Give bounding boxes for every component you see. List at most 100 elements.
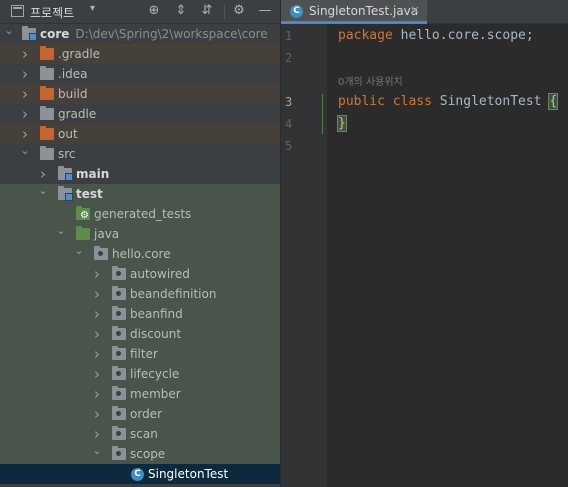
tree-node-test[interactable]: test bbox=[0, 184, 280, 204]
tree-node-label: .gradle bbox=[58, 47, 101, 61]
chevron-right-icon[interactable] bbox=[92, 344, 102, 364]
tree-node-java[interactable]: java bbox=[0, 224, 280, 244]
code-line-1[interactable]: package hello.core.scope; bbox=[338, 28, 534, 43]
crosshair-icon[interactable]: ⊕ bbox=[145, 2, 163, 20]
chevron-right-icon[interactable] bbox=[92, 284, 102, 304]
tree-node-label: beanfind bbox=[130, 307, 183, 321]
keyword: class bbox=[384, 94, 432, 109]
tree-node-label: out bbox=[58, 127, 78, 141]
line-number: 1 bbox=[285, 29, 293, 43]
chevron-right-icon[interactable] bbox=[92, 384, 102, 404]
chevron-right-icon[interactable] bbox=[20, 64, 30, 84]
folder-icon bbox=[40, 66, 54, 80]
chevron-down-icon[interactable] bbox=[92, 444, 102, 464]
class-name: SingletonTest bbox=[431, 94, 550, 109]
chevron-down-icon[interactable] bbox=[38, 184, 48, 204]
toolbar-separator bbox=[224, 5, 225, 19]
chevron-right-icon[interactable] bbox=[92, 404, 102, 424]
chevron-right-icon[interactable] bbox=[20, 104, 30, 124]
tree-node-scope[interactable]: scope bbox=[0, 444, 280, 464]
tree-node-beanfind[interactable]: beanfind bbox=[0, 304, 280, 324]
tab-singleton-test[interactable]: C SingletonTest.java × bbox=[281, 0, 427, 24]
tree-node-label: gradle bbox=[58, 107, 97, 121]
tree-node-label: SingletonTest bbox=[148, 467, 229, 481]
tree-node-main[interactable]: main bbox=[0, 164, 280, 184]
folder-icon bbox=[40, 46, 54, 60]
tree-node-core[interactable]: core D:\dev\Spring\2\workspace\core bbox=[0, 24, 280, 44]
tab-label: SingletonTest.java bbox=[309, 4, 419, 18]
package-icon bbox=[112, 266, 126, 280]
chevron-right-icon[interactable] bbox=[92, 304, 102, 324]
tree-node-discount[interactable]: discount bbox=[0, 324, 280, 344]
tree-node-label: hello.core bbox=[112, 247, 171, 261]
chevron-right-icon[interactable] bbox=[20, 124, 30, 144]
chevron-down-icon[interactable] bbox=[4, 24, 14, 44]
chevron-right-icon[interactable] bbox=[92, 424, 102, 444]
tree-node-singleton-test[interactable]: C SingletonTest bbox=[0, 464, 280, 484]
line-number: 2 bbox=[285, 51, 293, 65]
tree-node-label: order bbox=[130, 407, 162, 421]
tree-node-label: scan bbox=[130, 427, 158, 441]
module-folder-icon bbox=[22, 26, 37, 41]
code-line-3[interactable]: public class SingletonTest { bbox=[338, 93, 559, 110]
tree-node-hello-core[interactable]: hello.core bbox=[0, 244, 280, 264]
line-number-gutter[interactable]: 1 2 3 4 5 bbox=[281, 24, 327, 487]
gear-icon[interactable]: ⚙ bbox=[230, 2, 248, 20]
tree-node-lifecycle[interactable]: lifecycle bbox=[0, 364, 280, 384]
tree-node-gradle[interactable]: gradle bbox=[0, 104, 280, 124]
tree-node-out[interactable]: out bbox=[0, 124, 280, 144]
chevron-down-icon[interactable]: ▾ bbox=[90, 3, 95, 14]
tree-node-label: lifecycle bbox=[130, 367, 180, 381]
tree-node-filter[interactable]: filter bbox=[0, 344, 280, 364]
folder-icon bbox=[40, 126, 54, 140]
chevron-right-icon[interactable] bbox=[20, 84, 30, 104]
usage-hint[interactable]: 0개의 사용위치 bbox=[338, 73, 403, 88]
code-line-4[interactable]: } bbox=[337, 115, 347, 132]
tree-node-scan[interactable]: scan bbox=[0, 424, 280, 444]
tree-node-label: test bbox=[76, 187, 103, 201]
tree-node-label: autowired bbox=[130, 267, 190, 281]
chevron-down-icon[interactable] bbox=[20, 144, 30, 164]
tree-node-gradle-dir[interactable]: .gradle bbox=[0, 44, 280, 64]
tree-node-build[interactable]: build bbox=[0, 84, 280, 104]
project-panel-title[interactable]: 프로젝트 bbox=[30, 4, 74, 21]
tree-node-label: main bbox=[76, 167, 110, 181]
tree-node-src[interactable]: src bbox=[0, 144, 280, 164]
tree-node-label: filter bbox=[130, 347, 158, 361]
package-icon bbox=[112, 426, 126, 440]
open-brace: { bbox=[548, 93, 559, 110]
package-icon bbox=[112, 386, 126, 400]
package-icon bbox=[112, 446, 126, 460]
tree-node-label: generated_tests bbox=[94, 207, 192, 221]
generated-sources-folder-icon bbox=[76, 206, 90, 226]
chevron-down-icon[interactable] bbox=[56, 224, 66, 244]
close-icon[interactable]: × bbox=[410, 3, 420, 17]
java-class-icon: C bbox=[131, 468, 144, 481]
tree-node-member[interactable]: member bbox=[0, 384, 280, 404]
package-icon bbox=[112, 406, 126, 420]
module-folder-icon bbox=[58, 166, 73, 181]
project-view-icon bbox=[11, 5, 24, 17]
tree-node-beandefinition[interactable]: beandefinition bbox=[0, 284, 280, 304]
tree-node-order[interactable]: order bbox=[0, 404, 280, 424]
chevron-right-icon[interactable] bbox=[20, 44, 30, 64]
folder-icon bbox=[40, 106, 54, 120]
minimize-icon[interactable]: — bbox=[256, 2, 274, 20]
tree-node-label: core bbox=[40, 27, 70, 41]
keyword: public bbox=[338, 94, 385, 109]
test-sources-folder-icon bbox=[76, 226, 90, 240]
collapse-all-icon[interactable]: ⇵ bbox=[198, 2, 216, 20]
tree-node-label: src bbox=[58, 147, 76, 161]
tree-node-autowired[interactable]: autowired bbox=[0, 264, 280, 284]
chevron-right-icon[interactable] bbox=[92, 264, 102, 284]
expand-all-icon[interactable]: ⇕ bbox=[172, 2, 190, 20]
tree-node-idea[interactable]: .idea bbox=[0, 64, 280, 84]
java-class-icon: C bbox=[290, 5, 303, 18]
tree-node-generated-tests[interactable]: generated_tests bbox=[0, 204, 280, 226]
tree-node-label: member bbox=[130, 387, 181, 401]
fold-indicator bbox=[322, 94, 323, 134]
chevron-right-icon[interactable] bbox=[38, 164, 48, 184]
chevron-right-icon[interactable] bbox=[92, 364, 102, 384]
chevron-down-icon[interactable] bbox=[74, 244, 84, 264]
chevron-right-icon[interactable] bbox=[92, 324, 102, 344]
